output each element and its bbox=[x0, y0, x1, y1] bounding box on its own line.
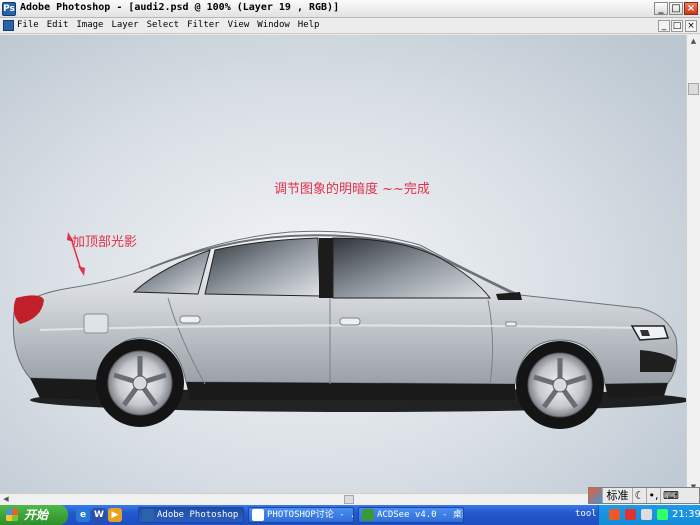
antivirus-icon[interactable] bbox=[625, 509, 636, 520]
horizontal-scroll-thumb[interactable] bbox=[344, 495, 354, 504]
speaker-icon[interactable] bbox=[641, 509, 652, 520]
start-label: 开始 bbox=[24, 508, 49, 522]
network-icon[interactable] bbox=[657, 509, 668, 520]
document-icon[interactable] bbox=[3, 20, 14, 31]
start-button[interactable]: 开始 bbox=[0, 505, 68, 525]
menu-help[interactable]: Help bbox=[298, 20, 320, 30]
vertical-scroll-thumb[interactable] bbox=[688, 83, 699, 95]
task-label: ACDSee v4.0 - 桌面 bbox=[377, 510, 464, 520]
menu-edit[interactable]: Edit bbox=[47, 20, 69, 30]
fuel-cap bbox=[83, 313, 109, 334]
menu-window[interactable]: Window bbox=[257, 20, 290, 30]
menu-select[interactable]: Select bbox=[147, 20, 180, 30]
scroll-up-icon[interactable]: ▲ bbox=[688, 35, 699, 47]
windows-flag-icon bbox=[6, 509, 18, 521]
punctuation-icon[interactable]: •, bbox=[647, 488, 661, 503]
ie-icon[interactable]: e bbox=[76, 508, 90, 522]
task-acdsee[interactable]: ACDSee v4.0 - 桌面 bbox=[358, 507, 464, 523]
rear-wheel bbox=[96, 339, 184, 427]
vertical-scrollbar[interactable]: ▲ ▼ bbox=[686, 35, 700, 493]
task-photoshop[interactable]: Adobe Photoshop ... bbox=[138, 507, 244, 523]
menu-file[interactable]: File bbox=[17, 20, 39, 30]
front-door-window bbox=[332, 237, 492, 299]
media-icon[interactable]: ▶ bbox=[108, 508, 122, 522]
front-wheel bbox=[516, 341, 604, 429]
moon-icon[interactable]: ☾ bbox=[633, 488, 647, 503]
doc-restore-button[interactable]: □ bbox=[671, 20, 683, 32]
doc-minimize-button[interactable]: _ bbox=[658, 20, 670, 32]
browser-icon bbox=[252, 509, 264, 521]
menu-layer[interactable]: Layer bbox=[111, 20, 138, 30]
taskbar: 开始 e W ▶ Adobe Photoshop ... PHOTOSHOP讨论… bbox=[0, 505, 700, 525]
clock[interactable]: 21:39 bbox=[672, 509, 700, 520]
keyboard-icon[interactable]: ⌨ bbox=[661, 488, 681, 503]
annotation-roof-light-text: 加顶部光影 bbox=[72, 235, 138, 250]
tray-app-icon[interactable] bbox=[609, 509, 620, 520]
maximize-button[interactable]: □ bbox=[669, 2, 683, 15]
car-illustration bbox=[12, 230, 686, 429]
menu-image[interactable]: Image bbox=[76, 20, 103, 30]
rear-door-handle bbox=[179, 315, 201, 324]
minimize-button[interactable]: _ bbox=[654, 2, 668, 15]
photoshop-icon[interactable]: Ps bbox=[2, 2, 16, 16]
menu-filter[interactable]: Filter bbox=[187, 20, 220, 30]
window-title: Adobe Photoshop - [audi2.psd @ 100% (Lay… bbox=[20, 2, 340, 13]
document-canvas[interactable]: 调节图象的明暗度 ~~完成 加顶部光影 bbox=[0, 35, 686, 493]
acdsee-icon bbox=[362, 509, 374, 521]
photoshop-icon bbox=[142, 509, 154, 521]
ime-toolbar[interactable]: 标准 ☾ •, ⌨ bbox=[588, 487, 700, 504]
scroll-left-icon[interactable]: ◀ bbox=[0, 494, 12, 505]
task-label: Adobe Photoshop ... bbox=[157, 510, 243, 520]
title-bar: Ps Adobe Photoshop - [audi2.psd @ 100% (… bbox=[0, 0, 700, 18]
front-door-handle bbox=[339, 317, 361, 326]
doc-close-button[interactable]: × bbox=[685, 20, 697, 32]
task-browser[interactable]: PHOTOSHOP讨论 - ... bbox=[248, 507, 354, 523]
annotation-brightness-text: 调节图象的明暗度 ~~完成 bbox=[274, 182, 430, 197]
menu-view[interactable]: View bbox=[228, 20, 250, 30]
task-label: PHOTOSHOP讨论 - ... bbox=[267, 510, 353, 520]
close-button[interactable]: × bbox=[684, 2, 698, 15]
ime-logo-icon[interactable] bbox=[589, 488, 603, 503]
ime-mode-label[interactable]: 标准 bbox=[603, 488, 633, 503]
b-pillar bbox=[319, 238, 333, 298]
word-icon[interactable]: W bbox=[92, 508, 106, 522]
menu-bar: File Edit Image Layer Select Filter View… bbox=[0, 18, 700, 34]
tray-toolbar-label[interactable]: tool bbox=[575, 509, 597, 519]
